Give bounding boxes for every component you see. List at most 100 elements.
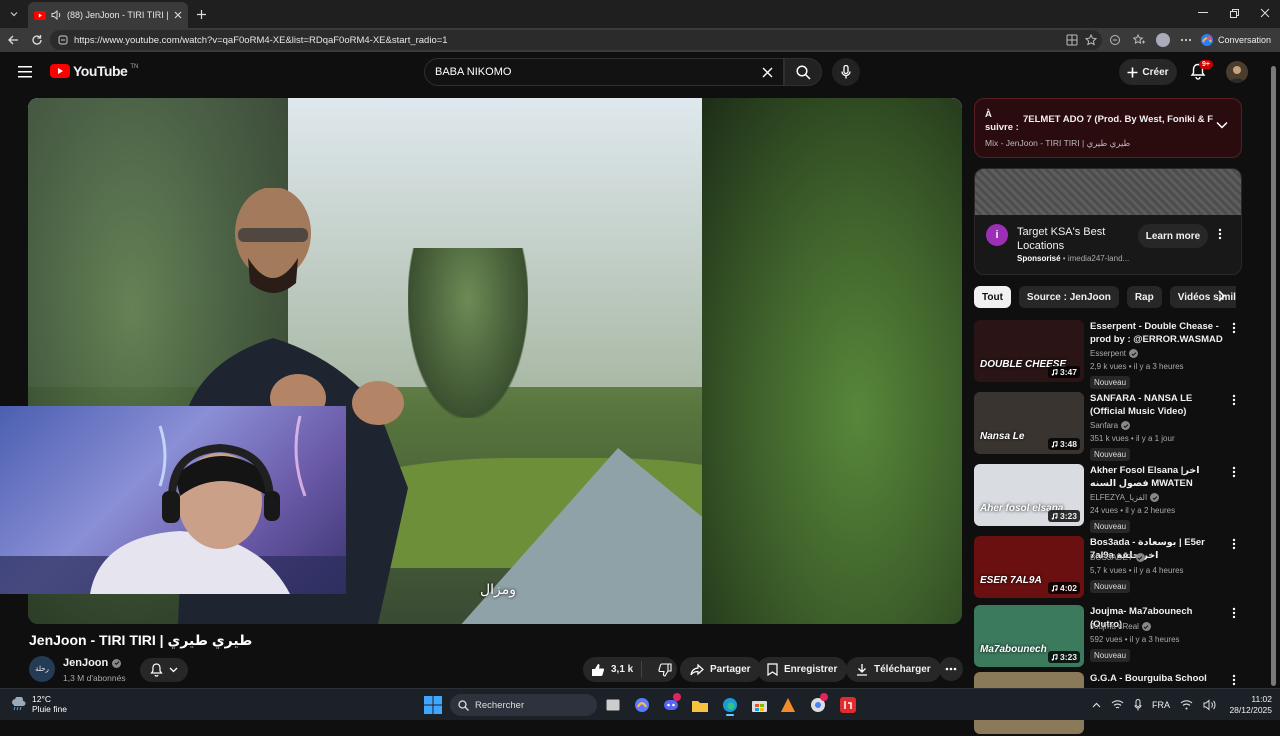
create-button[interactable]: Créer [1119, 59, 1177, 85]
recommendation-channel[interactable]: BOS3ADET [1090, 553, 1145, 562]
recommendation-thumbnail[interactable]: Ma7abounech 3:23 [974, 605, 1084, 667]
more-vertical-icon[interactable] [1232, 466, 1236, 478]
voice-search-button[interactable] [832, 58, 860, 86]
file-explorer-icon[interactable] [690, 695, 710, 715]
more-tools-icon[interactable] [1178, 32, 1194, 48]
chip-source[interactable]: Source : JenJoon [1018, 286, 1119, 308]
recommendation-thumbnail[interactable]: Nansa Le 3:48 [974, 392, 1084, 454]
search-input[interactable]: BABA NIKOMO [424, 58, 784, 86]
taskbar-search[interactable]: Rechercher [450, 694, 597, 716]
ad-learn-more-button[interactable]: Learn more [1138, 224, 1208, 248]
edge-browser-icon[interactable] [720, 695, 740, 716]
recommendation-channel[interactable]: Joujma 4Real [1090, 622, 1151, 631]
wifi-icon[interactable] [1180, 699, 1193, 711]
plus-icon [196, 9, 206, 19]
recommendation-thumbnail[interactable]: ESER 7AL9A 4:02 [974, 536, 1084, 598]
account-avatar[interactable] [1226, 61, 1248, 83]
playlist-up-next-panel[interactable]: À suivre : 7ELMET ADO 7 (Prod. By West, … [974, 98, 1242, 158]
recommendation-title[interactable]: Esserpent - Double Chease - prod by : @E… [1090, 320, 1226, 346]
volume-icon[interactable] [1203, 699, 1216, 711]
recommendation-channel[interactable]: ELFEZYA_الفزيا [1090, 493, 1160, 502]
more-vertical-icon[interactable] [1232, 674, 1236, 686]
video-frame-trees-right [702, 98, 962, 624]
close-window-button[interactable] [1250, 4, 1280, 22]
chevron-right-icon[interactable] [1217, 290, 1225, 302]
like-button[interactable]: 3,1 k [583, 661, 643, 678]
more-actions-button[interactable] [939, 657, 963, 681]
extensions-icon[interactable] [1107, 32, 1123, 48]
red-app-icon[interactable] [838, 695, 858, 715]
page-scrollbar[interactable] [1268, 52, 1280, 688]
scrollbar-thumb[interactable] [1271, 66, 1276, 686]
recommendation-item[interactable]: Ma7abounech 3:23 Joujma- Ma7abounech (Ou… [974, 605, 1242, 669]
chip-all[interactable]: Tout [974, 286, 1011, 308]
recommendation-item[interactable]: DOUBLE CHEESE 3:47 Esserpent - Double Ch… [974, 320, 1242, 389]
channel-name-link[interactable]: JenJoon [63, 657, 122, 669]
microsoft-store-icon[interactable] [749, 695, 769, 715]
windows-start-icon[interactable] [424, 696, 442, 714]
copilot-app-icon[interactable] [632, 695, 652, 715]
chip-similar[interactable]: Vidéos simil [1169, 286, 1236, 308]
recommendation-thumbnail[interactable]: Aher fosol elsana 3:23 [974, 464, 1084, 526]
clear-search-icon[interactable] [762, 67, 773, 78]
weather-widget[interactable]: 12°C Pluie fine [10, 694, 67, 714]
recommendation-thumbnail[interactable]: DOUBLE CHEESE 3:47 [974, 320, 1084, 382]
microphone-icon [841, 65, 851, 79]
favorites-icon[interactable] [1131, 32, 1147, 48]
thumbnail-caption: ESER 7AL9A [980, 575, 1042, 586]
system-clock[interactable]: 11:02 28/12/2025 [1228, 694, 1272, 716]
more-vertical-icon[interactable] [1232, 607, 1236, 619]
recommendation-title[interactable]: SANFARA - NANSA LE (Official Music Video… [1090, 392, 1226, 418]
save-button[interactable]: Enregistrer [757, 657, 848, 682]
new-tab-button[interactable] [192, 5, 210, 23]
video-duration: 3:23 [1059, 652, 1077, 662]
recommendation-title[interactable]: G.G.A - Bourguiba School [1090, 672, 1226, 685]
recommendation-title[interactable]: Akher Fosol Elsana |اخر فصول السنه MWATE… [1090, 464, 1226, 490]
browser-tab-active[interactable]: (88) JenJoon - TIRI TIRI | طيري طيري [28, 2, 188, 28]
recommendation-item[interactable]: Nansa Le 3:48 SANFARA - NANSA LE (Offici… [974, 392, 1242, 461]
discord-app-icon[interactable] [661, 693, 681, 715]
sponsored-ad-card[interactable]: i Target KSA's Best Locations Sponsorisé… [974, 168, 1242, 275]
minimize-button[interactable] [1188, 4, 1218, 22]
speaker-icon[interactable] [51, 10, 62, 20]
chevron-up-icon[interactable] [1092, 702, 1101, 708]
back-button[interactable] [4, 31, 22, 49]
download-button[interactable]: Télécharger [846, 657, 941, 682]
close-tab-icon[interactable] [174, 11, 182, 19]
restore-button[interactable] [1219, 4, 1249, 22]
more-vertical-icon[interactable] [1218, 228, 1222, 240]
up-next-track: 7ELMET ADO 7 (Prod. By West, Foniki & Fl… [1023, 114, 1213, 125]
recommendation-channel[interactable]: Esserpent [1090, 349, 1139, 358]
more-vertical-icon[interactable] [1232, 538, 1236, 550]
recommendation-item[interactable]: Aher fosol elsana 3:23 Akher Fosol Elsan… [974, 464, 1242, 533]
download-icon [857, 664, 867, 676]
site-info-icon[interactable] [58, 35, 68, 45]
app-available-icon[interactable] [1064, 32, 1080, 48]
network-icon[interactable] [1111, 699, 1124, 711]
url-field[interactable]: https://www.youtube.com/watch?v=qaF0oRM4… [50, 30, 1102, 50]
share-button[interactable]: Partager [680, 657, 761, 682]
input-language[interactable]: FRA [1152, 700, 1170, 710]
chrome-icon[interactable] [808, 693, 828, 715]
expand-chevron-icon[interactable] [1216, 121, 1228, 129]
microphone-icon[interactable] [1134, 699, 1142, 711]
task-view-icon[interactable] [603, 695, 623, 715]
bell-icon [150, 663, 163, 677]
subscription-notifications-button[interactable] [140, 658, 188, 682]
guide-menu-button[interactable] [18, 64, 36, 80]
dislike-button[interactable] [648, 662, 672, 677]
more-vertical-icon[interactable] [1232, 394, 1236, 406]
more-vertical-icon[interactable] [1232, 322, 1236, 334]
channel-avatar[interactable]: رحلة [29, 656, 55, 682]
recommendation-channel[interactable]: Sanfara [1090, 421, 1131, 430]
tab-actions-menu[interactable] [4, 4, 24, 24]
copilot-conversation-button[interactable]: Conversation [1200, 31, 1276, 49]
favorite-star-icon[interactable] [1083, 32, 1099, 48]
profile-icon[interactable] [1155, 32, 1171, 48]
search-button[interactable] [784, 58, 822, 86]
recommendation-item[interactable]: ESER 7AL9A 4:02 Bos3ada - بوسعادة | E5er… [974, 536, 1242, 600]
youtube-logo[interactable]: YouTube TN [50, 63, 138, 79]
refresh-button[interactable] [28, 31, 46, 49]
orange-app-icon[interactable] [778, 695, 798, 715]
chip-rap[interactable]: Rap [1126, 286, 1162, 308]
